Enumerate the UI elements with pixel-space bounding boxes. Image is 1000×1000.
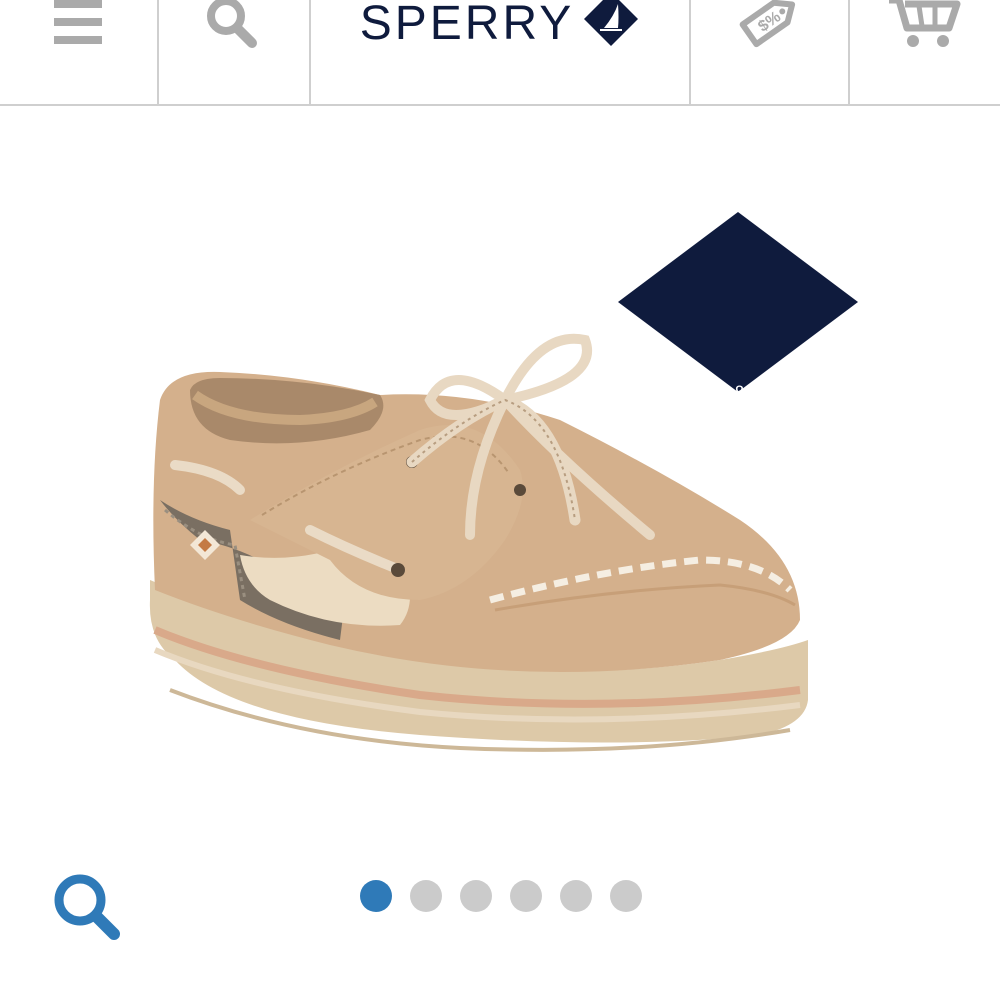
feature-badge-line-2: CLOSURE — [685, 408, 791, 431]
top-nav-bar: SPERRY $% — [0, 0, 1000, 106]
feature-badge: HOOK & LOOP CLOSURE — [620, 381, 856, 433]
hamburger-menu-icon — [53, 0, 102, 44]
sperry-sail-diamond-icon — [584, 0, 639, 46]
carousel-dot-5[interactable] — [560, 880, 592, 912]
price-tag-icon: $% — [739, 0, 795, 48]
feature-badge-line-1: HOOK & LOOP — [662, 382, 814, 405]
carousel-dot-1[interactable] — [360, 880, 392, 912]
carousel-dot-2[interactable] — [410, 880, 442, 912]
carousel-dot-6[interactable] — [610, 880, 642, 912]
carousel-dot-4[interactable] — [510, 880, 542, 912]
boat-shoe-image — [149, 212, 858, 752]
shopping-cart-icon — [889, 0, 961, 47]
brand-logo-text: SPERRY — [359, 0, 575, 50]
zoom-button[interactable] — [50, 870, 126, 946]
brand-logo-link[interactable]: SPERRY — [311, 0, 689, 104]
menu-button[interactable] — [0, 0, 157, 104]
magnifier-zoom-icon — [54, 874, 120, 940]
sale-button[interactable]: $% — [691, 0, 848, 104]
search-button[interactable] — [159, 0, 309, 104]
cart-button[interactable] — [850, 0, 1000, 104]
search-icon — [207, 0, 257, 48]
feature-badge-diamond — [618, 212, 858, 392]
product-image-area[interactable]: HOOK & LOOP CLOSURE — [0, 106, 1000, 866]
carousel-dot-3[interactable] — [460, 880, 492, 912]
image-carousel-pagination — [360, 880, 642, 912]
